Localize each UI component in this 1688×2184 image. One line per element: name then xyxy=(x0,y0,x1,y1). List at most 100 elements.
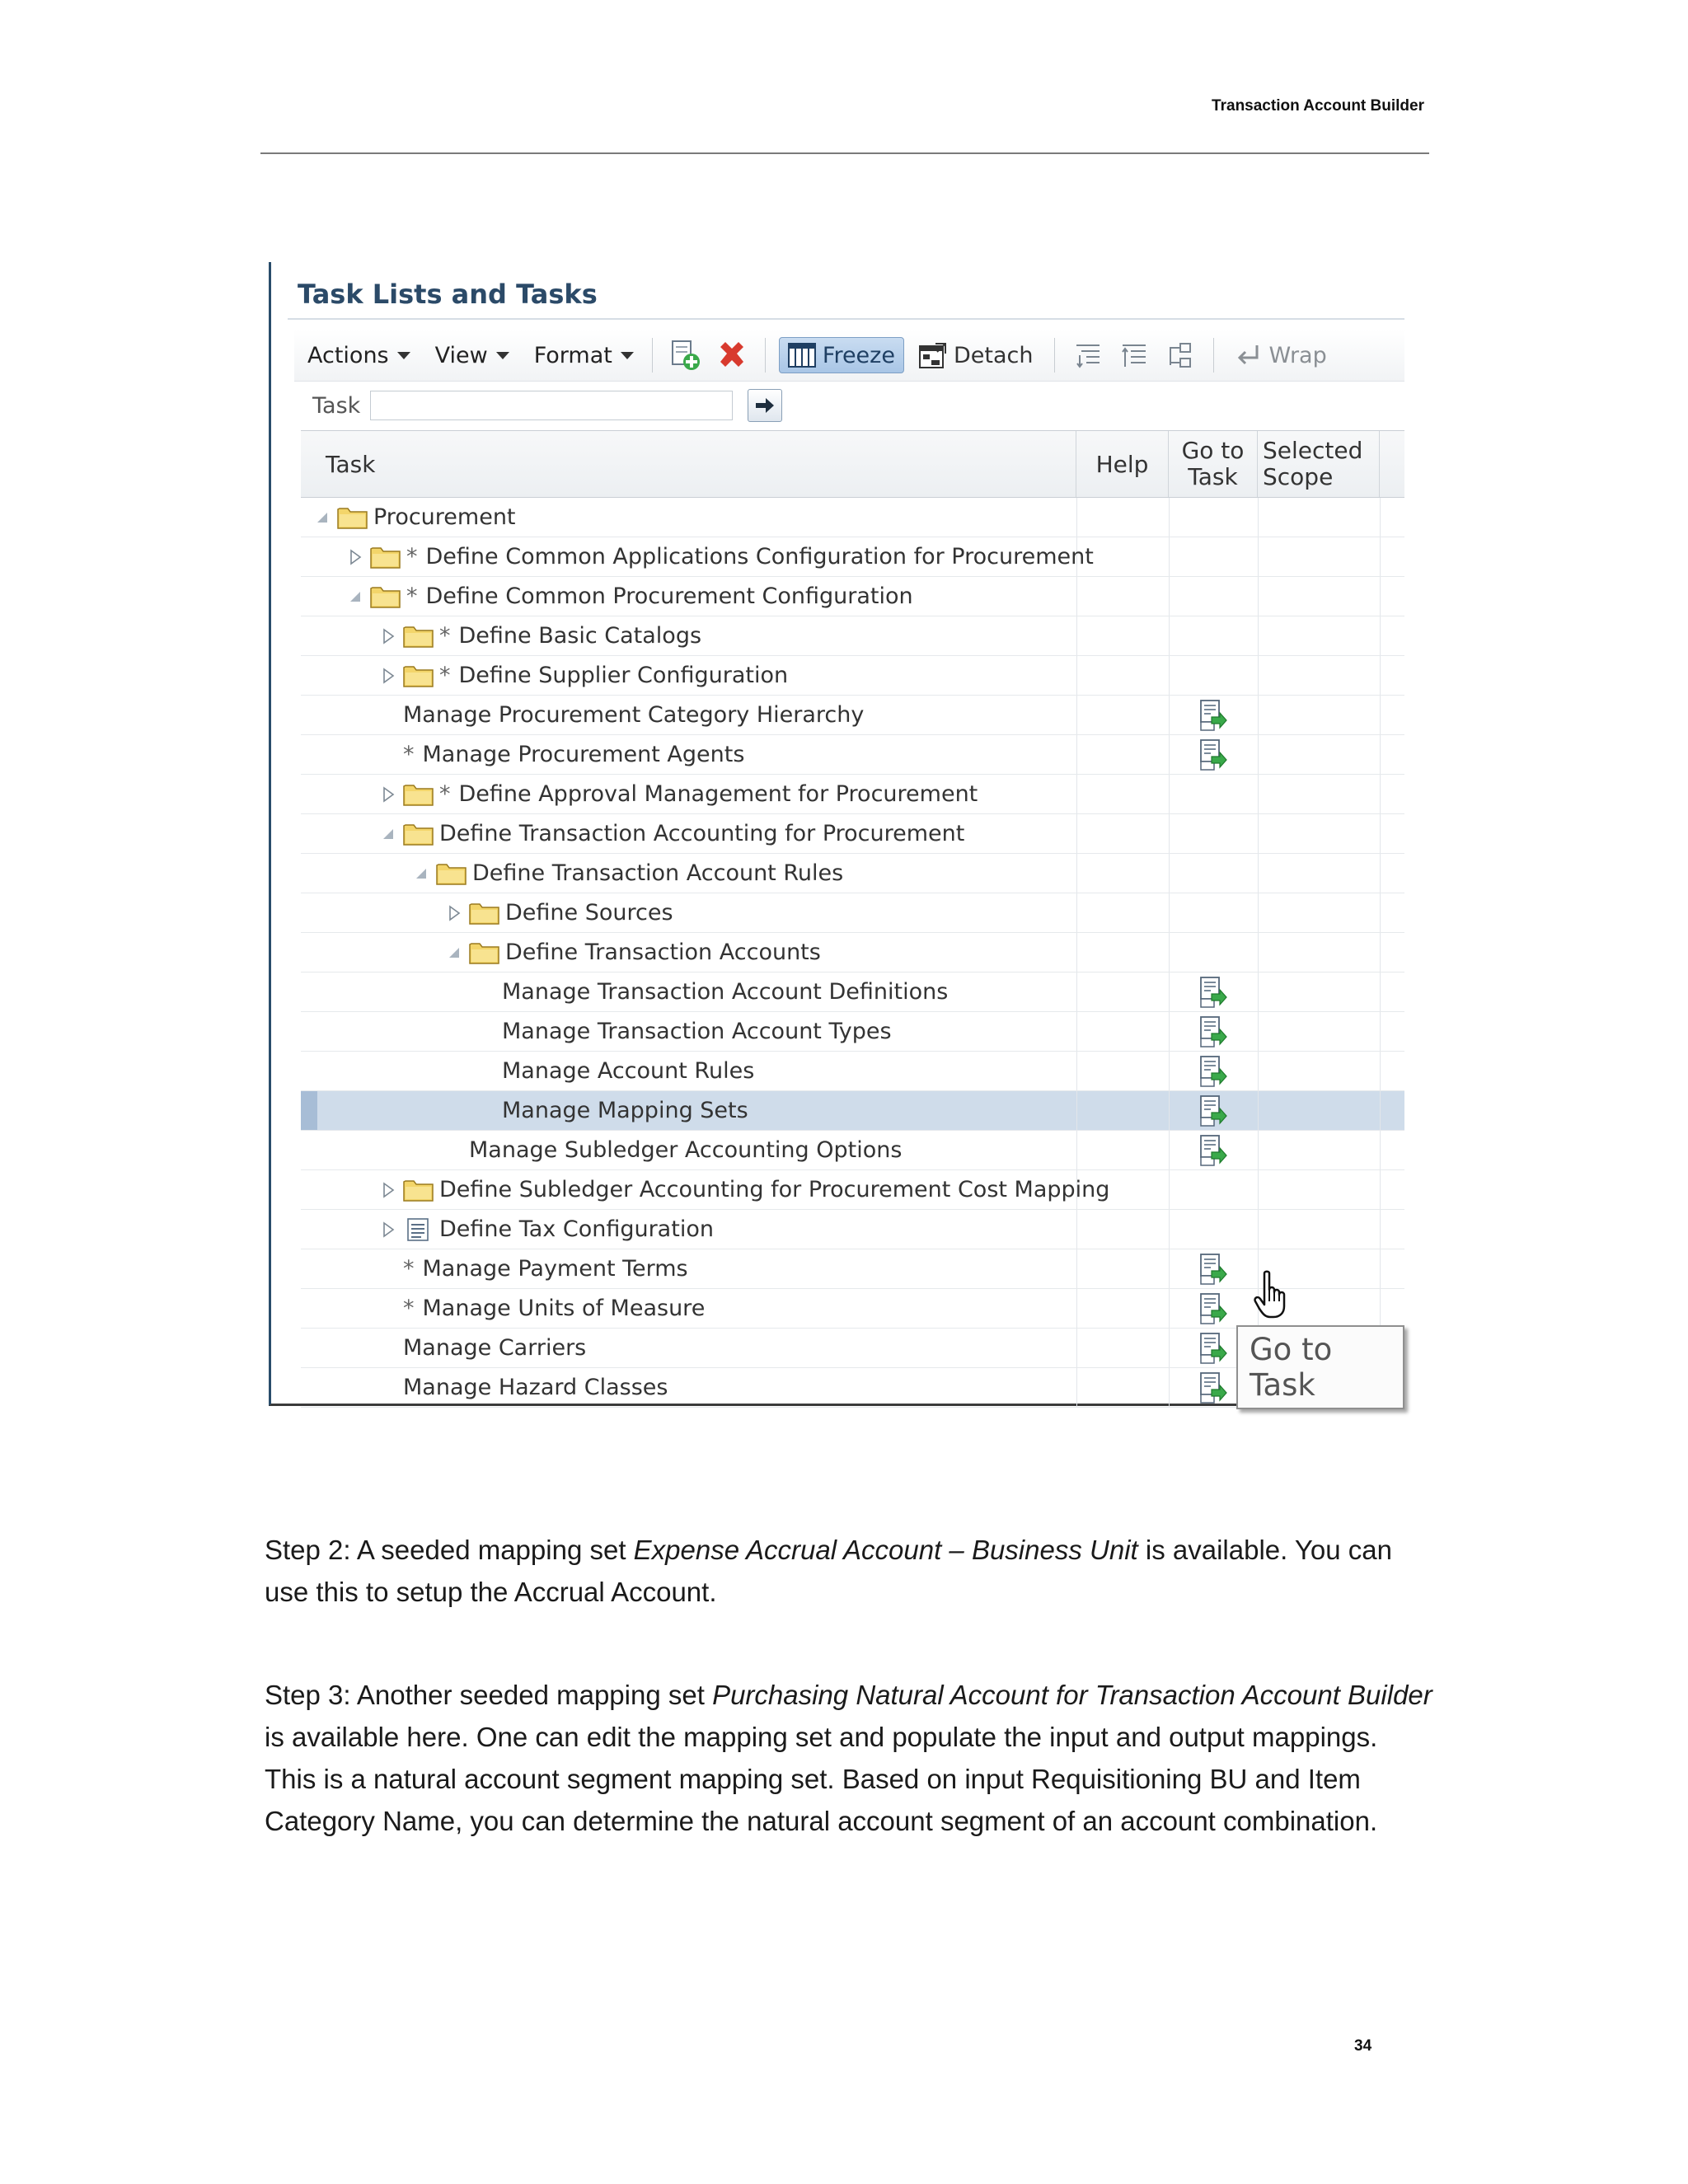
column-header-goto-line2: Task xyxy=(1188,463,1238,490)
wrap-button[interactable]: Wrap xyxy=(1227,337,1334,373)
column-divider xyxy=(1380,1289,1381,1328)
table-row[interactable]: * Define Approval Management for Procurem… xyxy=(301,775,1404,814)
delete-icon[interactable] xyxy=(715,339,748,372)
table-row[interactable]: * Manage Procurement Agents xyxy=(301,735,1404,775)
task-search-input[interactable] xyxy=(370,391,733,420)
step-3-suffix: is available here. One can edit the mapp… xyxy=(265,1722,1378,1836)
collapse-all-icon[interactable] xyxy=(1118,339,1151,372)
column-divider xyxy=(1258,656,1259,695)
go-to-task-icon[interactable] xyxy=(1169,1249,1258,1288)
freeze-button[interactable]: Freeze xyxy=(778,337,904,373)
go-to-task-icon[interactable] xyxy=(1169,735,1258,774)
column-divider xyxy=(1169,616,1170,655)
table-row[interactable]: * Define Basic Catalogs xyxy=(301,616,1404,656)
go-to-task-icon[interactable] xyxy=(1169,1289,1258,1328)
column-divider xyxy=(1258,696,1259,734)
expanded-triangle-icon[interactable] xyxy=(444,943,464,963)
search-go-button[interactable] xyxy=(748,389,782,422)
go-to-task-icon[interactable] xyxy=(1169,1012,1258,1051)
column-header-task[interactable]: Task xyxy=(301,431,1076,497)
column-header-help[interactable]: Help xyxy=(1076,431,1169,497)
required-asterisk: * xyxy=(403,742,415,767)
column-divider xyxy=(1380,1052,1381,1090)
expanded-triangle-icon[interactable] xyxy=(411,864,431,883)
collapsed-triangle-icon[interactable] xyxy=(378,666,398,686)
folder-icon xyxy=(469,940,500,965)
column-divider xyxy=(1258,854,1259,893)
folder-icon xyxy=(469,901,500,926)
add-row-icon[interactable] xyxy=(669,339,702,372)
view-menu[interactable]: View xyxy=(435,343,509,368)
expanded-triangle-icon[interactable] xyxy=(345,587,365,607)
column-divider xyxy=(1169,577,1170,616)
column-divider xyxy=(1380,696,1381,734)
table-row[interactable]: Define Transaction Accounts xyxy=(301,933,1404,972)
folder-icon xyxy=(337,505,368,530)
collapsed-triangle-icon[interactable] xyxy=(444,903,464,923)
table-row[interactable]: * Manage Payment Terms xyxy=(301,1249,1404,1289)
task-cell: * Define Basic Catalogs xyxy=(301,616,1154,655)
column-divider xyxy=(1258,775,1259,813)
folder-icon xyxy=(403,1178,434,1202)
task-lists-panel: Task Lists and Tasks Actions View Format… xyxy=(269,262,1404,1409)
collapsed-triangle-icon[interactable] xyxy=(345,547,365,567)
table-row[interactable]: Manage Account Rules xyxy=(301,1052,1404,1091)
task-cell: Manage Transaction Account Definitions xyxy=(301,972,1278,1011)
task-label: Manage Subledger Accounting Options xyxy=(469,1137,903,1163)
scroll-to-parent-icon[interactable] xyxy=(1164,339,1197,372)
column-divider xyxy=(1380,814,1381,853)
table-row[interactable]: Manage Mapping Sets xyxy=(301,1091,1404,1131)
format-menu[interactable]: Format xyxy=(534,343,634,368)
collapsed-triangle-icon[interactable] xyxy=(378,1220,398,1240)
task-cell: Manage Carriers xyxy=(301,1329,1179,1367)
expand-all-icon[interactable] xyxy=(1071,339,1104,372)
task-label: Define Transaction Accounting for Procur… xyxy=(439,821,965,846)
column-divider xyxy=(1258,933,1259,972)
table-row[interactable]: Manage Subledger Accounting Options xyxy=(301,1131,1404,1170)
go-to-task-icon[interactable] xyxy=(1169,1091,1258,1130)
column-header-selected-scope[interactable]: Selected Scope xyxy=(1258,431,1380,497)
table-row[interactable]: Manage Transaction Account Types xyxy=(301,1012,1404,1052)
table-row[interactable]: Define Subledger Accounting for Procurem… xyxy=(301,1170,1404,1210)
detach-icon xyxy=(918,342,947,368)
step-3-prefix: Step 3: Another seeded mapping set xyxy=(265,1680,713,1710)
task-filter-row: Task xyxy=(294,386,1404,425)
expanded-triangle-icon[interactable] xyxy=(312,508,332,527)
table-row[interactable]: Manage Transaction Account Definitions xyxy=(301,972,1404,1012)
detach-button[interactable]: Detach xyxy=(911,337,1042,373)
actions-menu[interactable]: Actions xyxy=(307,343,410,368)
table-row[interactable]: * Define Supplier Configuration xyxy=(301,656,1404,696)
table-row[interactable]: Define Sources xyxy=(301,893,1404,933)
task-label: Manage Transaction Account Definitions xyxy=(502,979,949,1005)
task-label: Define Approval Management for Procureme… xyxy=(458,781,978,807)
required-asterisk: * xyxy=(439,663,451,688)
table-row[interactable]: * Define Common Applications Configuratio… xyxy=(301,537,1404,577)
task-label: Manage Carriers xyxy=(403,1335,587,1361)
go-to-task-icon[interactable] xyxy=(1169,972,1258,1011)
wrap-icon xyxy=(1236,343,1262,368)
table-row[interactable]: * Manage Units of Measure xyxy=(301,1289,1404,1329)
column-header-scope-line1: Selected xyxy=(1263,437,1363,464)
freeze-label: Freeze xyxy=(822,342,895,368)
expanded-triangle-icon[interactable] xyxy=(378,824,398,844)
go-to-task-icon[interactable] xyxy=(1169,1131,1258,1169)
table-row[interactable]: * Define Common Procurement Configuration xyxy=(301,577,1404,616)
table-row[interactable]: Manage Procurement Category Hierarchy xyxy=(301,696,1404,735)
task-cell: Define Tax Configuration xyxy=(301,1210,1154,1249)
collapsed-triangle-icon[interactable] xyxy=(378,1180,398,1200)
task-label: Manage Account Rules xyxy=(502,1058,755,1084)
go-to-task-icon[interactable] xyxy=(1169,696,1258,734)
table-row[interactable]: Procurement xyxy=(301,498,1404,537)
column-divider xyxy=(1169,814,1170,853)
collapsed-triangle-icon[interactable] xyxy=(378,626,398,646)
go-to-task-tooltip: Go to Task xyxy=(1236,1325,1404,1409)
task-cell: Define Transaction Accounting for Procur… xyxy=(301,814,1154,853)
table-row[interactable]: Define Transaction Account Rules xyxy=(301,854,1404,893)
task-cell: Define Sources xyxy=(301,893,1220,932)
table-row[interactable]: Define Transaction Accounting for Procur… xyxy=(301,814,1404,854)
task-cell: Manage Subledger Accounting Options xyxy=(301,1131,1245,1169)
table-row[interactable]: Define Tax Configuration xyxy=(301,1210,1404,1249)
collapsed-triangle-icon[interactable] xyxy=(378,785,398,804)
go-to-task-icon[interactable] xyxy=(1169,1052,1258,1090)
column-header-go-to-task[interactable]: Go to Task xyxy=(1169,431,1258,497)
